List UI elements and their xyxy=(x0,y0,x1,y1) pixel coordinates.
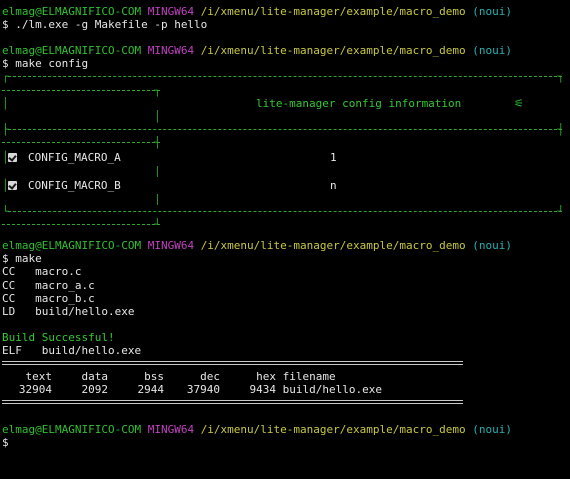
prompt-branch: (noui) xyxy=(472,44,512,58)
config-box: ┌ ┐ ┐ │ lite-manager config information ⚟… xyxy=(2,70,568,231)
prompt-path: /i/xmenu/lite-manager/example/macro_demo xyxy=(200,239,466,253)
prompt-line: elmag@ELMAGNIFICO-COM MINGW64 /i/xmenu/l… xyxy=(2,5,568,18)
prompt-branch: (noui) xyxy=(472,5,512,18)
config-box-title: lite-manager config information xyxy=(256,96,462,110)
config-item-name: CONFIG_MACRO_A xyxy=(28,151,121,165)
build-file: macro_a.c xyxy=(35,278,95,292)
size-header-bss: bss xyxy=(144,370,164,384)
size-table-row: 32904 2092 2944 37940 9434 build/hello.exe xyxy=(2,383,568,396)
size-header-text: text xyxy=(25,370,53,384)
prompt-line: elmag@ELMAGNIFICO-COM MINGW64 /i/xmenu/l… xyxy=(2,239,568,252)
build-file: macro_b.c xyxy=(35,291,95,305)
prompt-user-host: elmag@ELMAGNIFICO-COM xyxy=(2,44,142,58)
config-box-bottom-continuation: ┘ xyxy=(2,218,568,231)
config-item-value: 1 xyxy=(330,151,337,165)
prompt-line: elmag@ELMAGNIFICO-COM MINGW64 /i/xmenu/l… xyxy=(2,423,568,436)
size-header-dec: dec xyxy=(200,370,220,384)
prompt-system: MINGW64 xyxy=(147,5,195,18)
elf-line: ELF build/hello.exe xyxy=(2,344,568,357)
config-box-row-continuation: │ xyxy=(154,194,161,206)
config-item-name: CONFIG_MACRO_B xyxy=(28,179,121,193)
prompt-user-host: elmag@ELMAGNIFICO-COM xyxy=(2,422,142,436)
prompt-path: /i/xmenu/lite-manager/example/macro_demo xyxy=(200,422,466,436)
elf-file: build/hello.exe xyxy=(41,343,142,357)
prompt-system: MINGW64 xyxy=(147,239,195,253)
prompt-branch: (noui) xyxy=(472,239,512,253)
prompt-system: MINGW64 xyxy=(147,422,195,436)
size-value-text: 32904 xyxy=(18,383,52,397)
command-text: make config xyxy=(15,57,89,71)
command-input-line[interactable]: $ xyxy=(2,436,568,449)
size-table-bottom-rule xyxy=(2,396,463,409)
prompt-user-host: elmag@ELMAGNIFICO-COM xyxy=(2,5,142,18)
prompt-line: elmag@ELMAGNIFICO-COM MINGW64 /i/xmenu/l… xyxy=(2,44,568,57)
build-log-line: CC macro_b.c xyxy=(2,292,568,305)
build-log-line: LD build/hello.exe xyxy=(2,305,568,318)
prompt-branch: (noui) xyxy=(472,422,512,436)
prompt-symbol: $ xyxy=(2,252,9,266)
build-tool: CC xyxy=(2,278,16,292)
command-line: $ make config xyxy=(2,57,568,70)
config-box-row-continuation: │ xyxy=(154,109,161,123)
config-box-border-continuation: ┐ xyxy=(2,84,568,97)
build-file: macro.c xyxy=(35,265,82,279)
command-line: $ make xyxy=(2,252,568,265)
build-tool: LD xyxy=(2,304,16,318)
config-item-checkbox[interactable] xyxy=(8,153,17,163)
prompt-path: /i/xmenu/lite-manager/example/macro_demo xyxy=(200,5,466,18)
build-log-line: CC macro.c xyxy=(2,265,568,278)
command-line: $ ./lm.exe -g Makefile -p hello xyxy=(2,18,568,31)
size-header-filename: filename xyxy=(282,370,336,384)
prompt-path: /i/xmenu/lite-manager/example/macro_demo xyxy=(200,44,466,58)
config-item-checkbox[interactable] xyxy=(8,181,17,191)
size-header-hex: hex xyxy=(256,370,276,384)
config-item-row[interactable]: │ CONFIG_MACRO_A 1 xyxy=(2,149,568,166)
config-box-divider-continuation: ┤ xyxy=(2,136,568,149)
config-box-row-continuation: │ xyxy=(154,166,161,178)
prompt-symbol: $ xyxy=(2,57,9,71)
size-value-data: 2092 xyxy=(81,383,109,397)
wrench-icon: ⚟ xyxy=(514,96,524,110)
build-tool: CC xyxy=(2,291,16,305)
prompt-system: MINGW64 xyxy=(147,44,195,58)
size-value-bss: 2944 xyxy=(137,383,165,397)
config-box-title-row: │ lite-manager config information ⚟ xyxy=(2,96,524,110)
prompt-symbol: $ xyxy=(2,435,9,449)
command-text: ./lm.exe -g Makefile -p hello xyxy=(15,18,208,32)
size-value-hex: 9434 xyxy=(249,383,277,397)
config-box-top-border: ┌ ┐ xyxy=(2,70,564,84)
config-box-bottom-border: └ ┘ xyxy=(2,205,564,219)
build-log-line: CC macro_a.c xyxy=(2,279,568,292)
terminal-window[interactable]: elmag@ELMAGNIFICO-COM MINGW64 /i/xmenu/l… xyxy=(2,5,568,449)
command-text: make xyxy=(15,252,42,266)
elf-label: ELF xyxy=(2,343,22,357)
size-table-header: text data bss dec hex filename xyxy=(2,370,568,383)
config-item-row[interactable]: │ CONFIG_MACRO_B n xyxy=(2,177,568,194)
build-tool: CC xyxy=(2,265,16,279)
prompt-symbol: $ xyxy=(2,18,9,32)
config-box-divider: ├ ┤ xyxy=(2,122,564,136)
size-table-top-rule xyxy=(2,357,463,370)
size-header-data: data xyxy=(81,370,109,384)
size-value-filename: build/hello.exe xyxy=(282,383,382,397)
prompt-user-host: elmag@ELMAGNIFICO-COM xyxy=(2,239,142,253)
build-status: Build Successful! xyxy=(2,330,115,344)
config-item-value: n xyxy=(330,179,337,193)
size-value-dec: 37940 xyxy=(186,383,220,397)
build-file: build/hello.exe xyxy=(35,304,135,318)
